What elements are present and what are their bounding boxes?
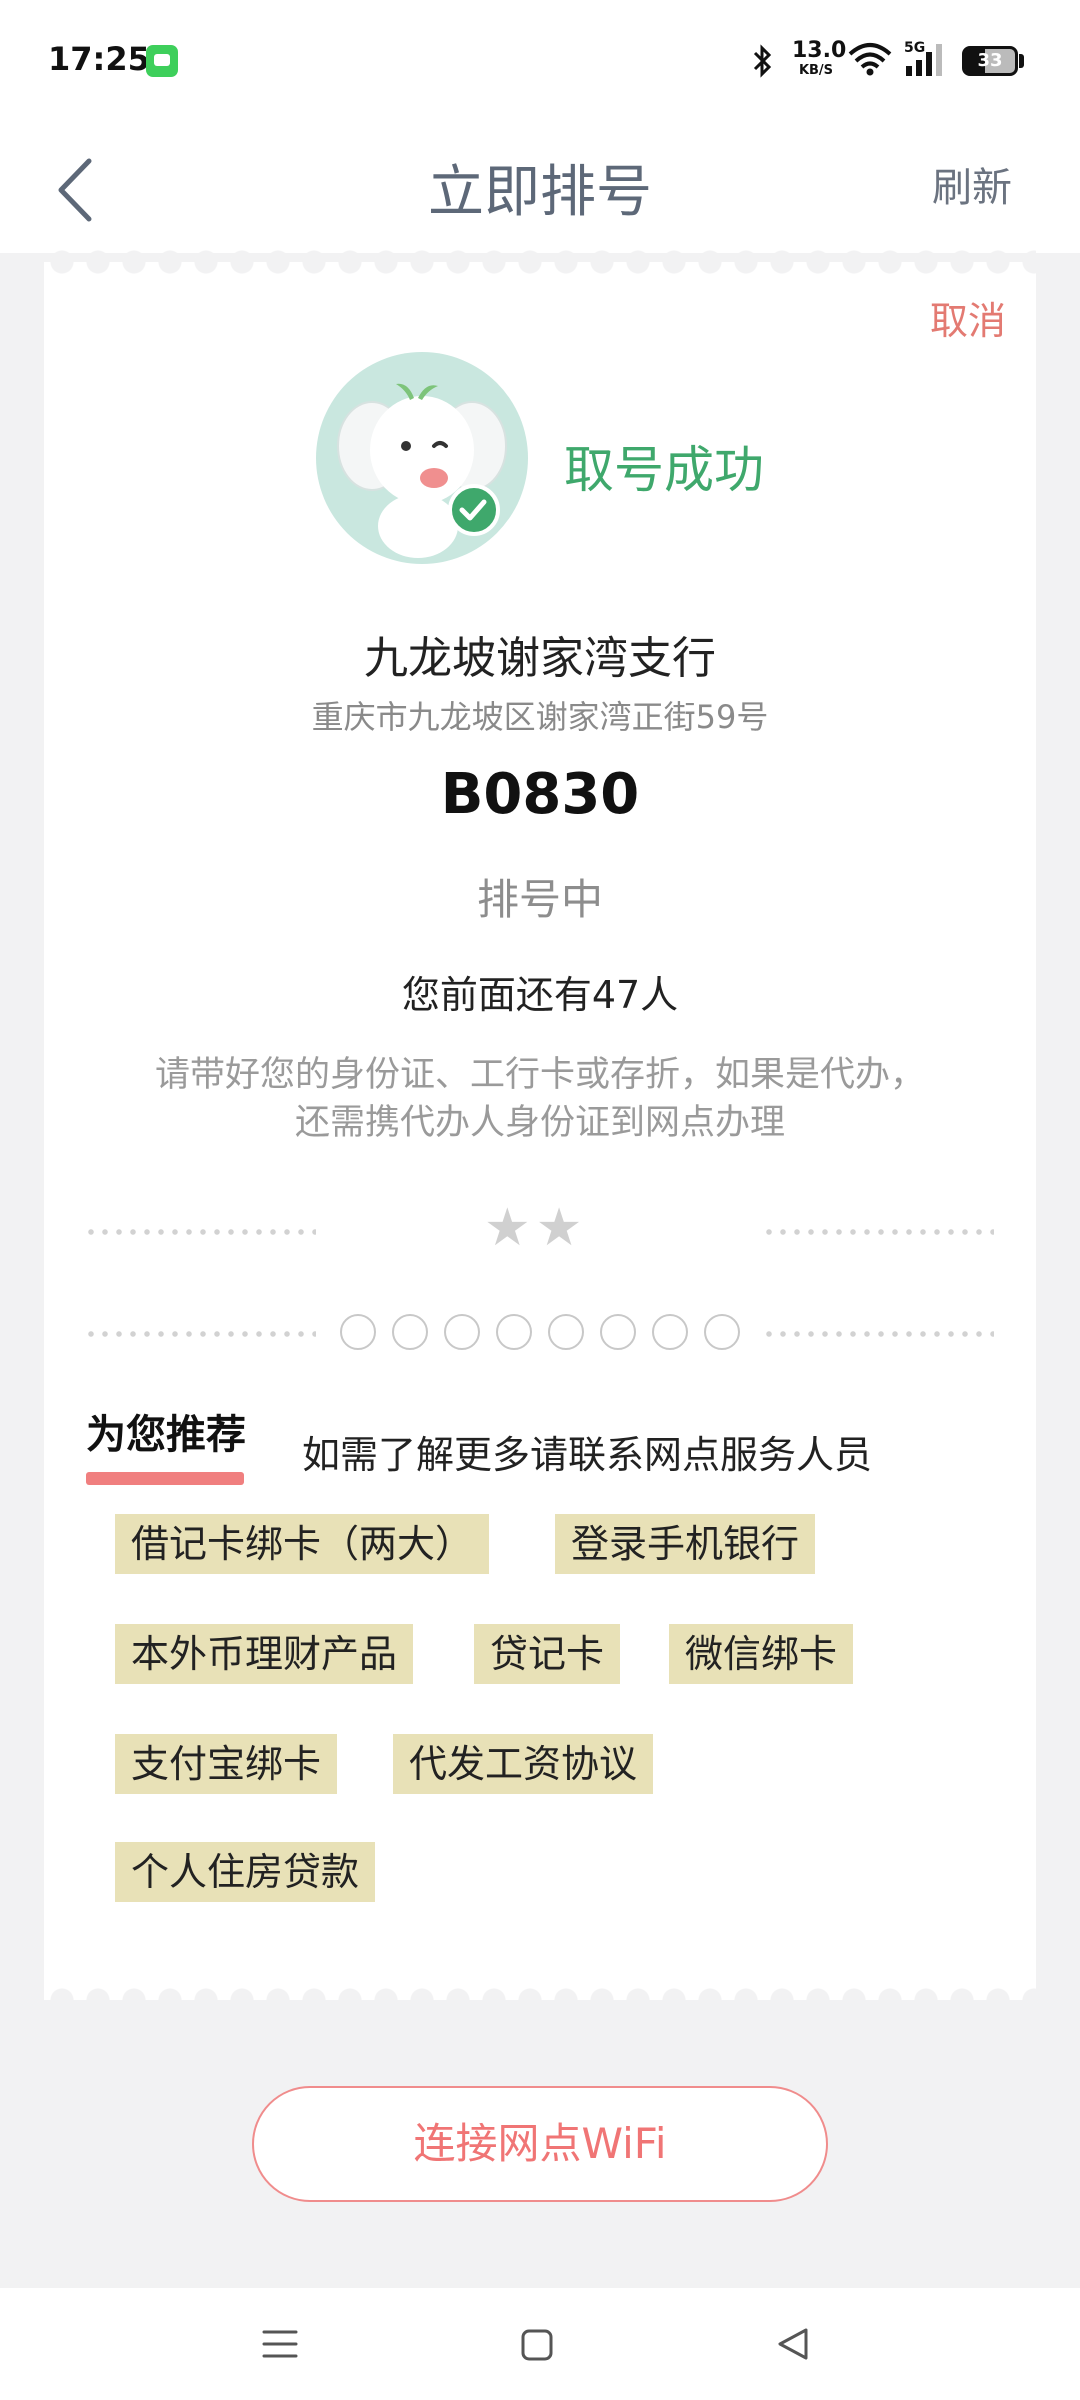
status-time: 17:25 bbox=[48, 40, 150, 78]
queue-number: B0830 bbox=[440, 762, 640, 827]
circle-icon bbox=[496, 1314, 532, 1350]
queue-status: 排号中 bbox=[476, 875, 603, 924]
circle-icon bbox=[704, 1314, 740, 1350]
net-speed-unit: KB/S bbox=[798, 63, 834, 78]
star-icon: ★ bbox=[535, 1198, 583, 1258]
branch-name: 九龙坡谢家湾支行 bbox=[364, 633, 716, 684]
recommend-tag[interactable]: 借记卡绑卡（两大） bbox=[115, 1514, 490, 1574]
bluetooth-icon bbox=[752, 44, 774, 86]
recommend-tag[interactable]: 贷记卡 bbox=[474, 1624, 621, 1684]
people-ahead-text: 您前面还有47人 bbox=[401, 973, 679, 1017]
success-text: 取号成功 bbox=[564, 441, 764, 499]
recommend-tag[interactable]: 支付宝绑卡 bbox=[115, 1734, 338, 1794]
recommend-tag[interactable]: 登录手机银行 bbox=[555, 1514, 816, 1574]
network-type-label: 5G bbox=[904, 40, 926, 56]
dotted-divider bbox=[762, 1229, 994, 1235]
branch-address: 重庆市九龙坡区谢家湾正街59号 bbox=[311, 698, 769, 736]
star-row: ★ ★ bbox=[484, 1198, 596, 1258]
ticket-edge-bottom bbox=[44, 1987, 1036, 2013]
circle-icon bbox=[652, 1314, 688, 1350]
cancel-button[interactable]: 取消 bbox=[930, 290, 1006, 345]
circle-icon bbox=[444, 1314, 480, 1350]
recommend-tag[interactable]: 代发工资协议 bbox=[393, 1734, 654, 1794]
wifi-icon bbox=[848, 42, 892, 80]
recommend-tag[interactable]: 个人住房贷款 bbox=[115, 1842, 376, 1902]
message-app-icon bbox=[146, 45, 178, 77]
battery-icon: 33 bbox=[962, 46, 1018, 76]
home-icon[interactable] bbox=[520, 2328, 554, 2366]
recommend-tag[interactable]: 微信绑卡 bbox=[669, 1624, 854, 1684]
system-nav-bar bbox=[0, 2288, 1080, 2400]
recommend-title: 为您推荐 bbox=[86, 1412, 246, 1458]
circle-icon bbox=[392, 1314, 428, 1350]
net-speed: 13.0 KB/S bbox=[792, 38, 847, 78]
net-speed-value: 13.0 bbox=[792, 38, 847, 63]
notice-line-1: 请带好您的身份证、工行卡或存折，如果是代办， bbox=[154, 1055, 925, 1095]
battery-level: 33 bbox=[977, 50, 1003, 71]
recommend-hint: 如需了解更多请联系网点服务人员 bbox=[302, 1433, 873, 1477]
dotted-divider bbox=[84, 1331, 316, 1337]
back-triangle-icon[interactable] bbox=[776, 2326, 810, 2366]
battery-tip bbox=[1019, 54, 1024, 68]
connect-wifi-button[interactable]: 连接网点WiFi bbox=[252, 2086, 828, 2202]
recommend-tag[interactable]: 本外币理财产品 bbox=[115, 1624, 414, 1684]
status-bar: 17:25 13.0 KB/S 5G 33 bbox=[0, 0, 1080, 125]
recommend-underline bbox=[86, 1472, 244, 1485]
page-title: 立即排号 bbox=[428, 160, 652, 225]
circle-icon bbox=[548, 1314, 584, 1350]
circle-icon bbox=[600, 1314, 636, 1350]
menu-icon[interactable] bbox=[262, 2328, 298, 2364]
dotted-divider bbox=[762, 1331, 994, 1337]
dotted-divider bbox=[84, 1229, 316, 1235]
circle-row bbox=[340, 1314, 756, 1354]
elephant-mascot-icon bbox=[314, 350, 530, 566]
refresh-button[interactable]: 刷新 bbox=[932, 155, 1012, 213]
ticket-card: 取消 取号成功 九龙坡谢家湾支行 重庆市九龙坡区谢家湾正街59号 B0830 排… bbox=[44, 249, 1036, 2013]
ticket-edge-top bbox=[44, 249, 1036, 275]
star-icon: ★ bbox=[484, 1198, 531, 1258]
notice-line-2: 还需携代办人身份证到网点办理 bbox=[294, 1103, 785, 1143]
circle-icon bbox=[340, 1314, 376, 1350]
header: 立即排号 刷新 bbox=[0, 125, 1080, 253]
